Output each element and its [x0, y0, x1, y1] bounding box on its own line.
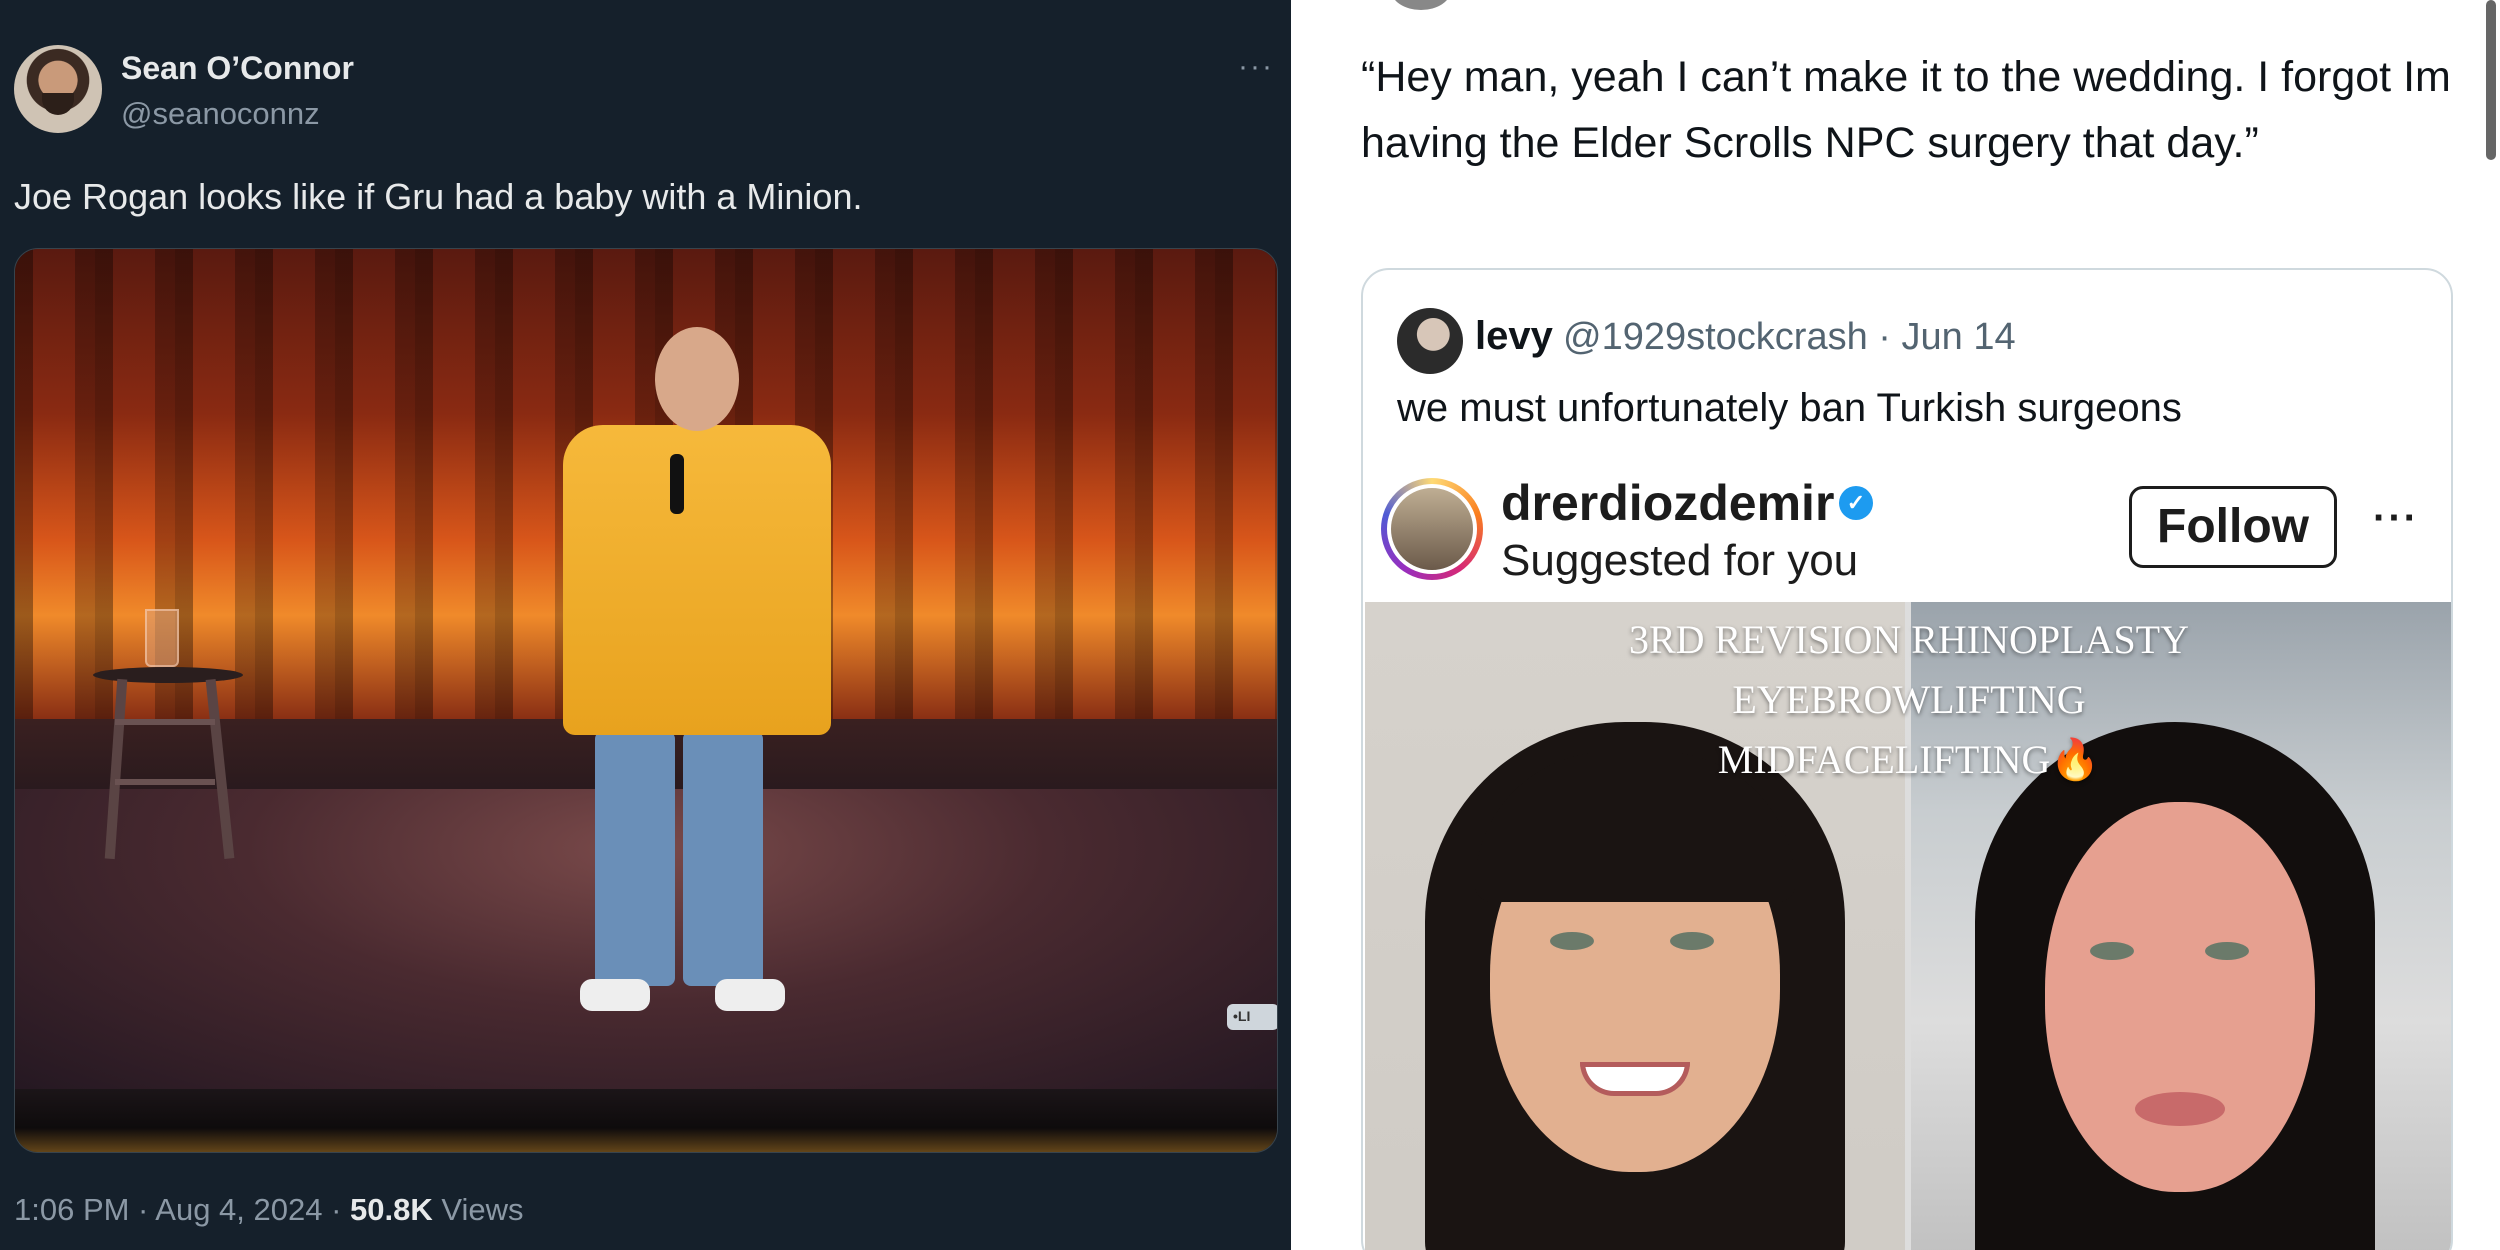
glass [145, 609, 179, 667]
more-options-icon[interactable]: ··· [2373, 496, 2419, 541]
tweet-timestamp[interactable]: 1:06 PM · Aug 4, 2024 · [14, 1192, 350, 1227]
comedian-head [655, 327, 739, 431]
face [2045, 802, 2315, 1192]
comedian-shoe [715, 979, 785, 1011]
quoted-author-avatar[interactable] [1397, 308, 1463, 374]
tweet-meta: 1:06 PM · Aug 4, 2024 · 50.8K Views [14, 1192, 524, 1228]
tweet-photo[interactable]: •LI [14, 248, 1278, 1153]
views-count: 50.8K [350, 1192, 433, 1227]
instagram-avatar[interactable] [1381, 478, 1483, 580]
live-tag: •LI [1227, 1004, 1277, 1030]
comedian-shirt [563, 425, 831, 735]
lips [2135, 1092, 2225, 1126]
eye [2090, 942, 2134, 960]
microphone [670, 454, 684, 514]
right-tweet-panel: “Hey man, yeah I can’t make it to the we… [1291, 0, 2500, 1250]
stool [93, 667, 243, 683]
eye [1550, 932, 1594, 950]
instagram-subtitle: Suggested for you [1501, 536, 1859, 585]
comedian-shoe [580, 979, 650, 1011]
scrollbar[interactable] [2486, 0, 2496, 160]
follow-button[interactable]: Follow [2129, 486, 2337, 568]
tweet-text: Joe Rogan looks like if Gru had a baby w… [14, 176, 863, 217]
verified-badge-icon: ✓ [1839, 486, 1873, 520]
stool-rung [115, 779, 215, 785]
views-label: Views [432, 1192, 524, 1227]
comedian-leg [595, 731, 675, 986]
instagram-username[interactable]: drerdiozdemir [1501, 474, 1834, 532]
author-handle[interactable]: @seanoconnz [121, 96, 320, 132]
author-avatar[interactable] [14, 45, 102, 133]
overlay-line-3: MIDFACELIFTING🔥 [1717, 737, 2101, 782]
author-name[interactable]: Sean O’Connor [121, 50, 354, 87]
smile [1580, 1062, 1690, 1096]
instagram-photo[interactable]: 3RD REVISION RHINOPLASTY EYEBROWLIFTING … [1365, 602, 2451, 1250]
stage-edge [15, 1089, 1277, 1152]
tweet-text: “Hey man, yeah I can’t make it to the we… [1361, 53, 2451, 167]
quoted-author-handle-date[interactable]: @1929stockcrash · Jun 14 [1563, 316, 2016, 359]
left-tweet-panel: Sean O’Connor @seanoconnz ··· Joe Rogan … [0, 0, 1291, 1250]
more-options-icon[interactable]: ··· [1238, 50, 1274, 84]
overlay-line-2: EYEBROWLIFTING [1732, 677, 2086, 722]
comedian-leg [683, 731, 763, 986]
eye [1670, 932, 1714, 950]
avatar-peek [1391, 0, 1451, 10]
quoted-tweet[interactable]: levy @1929stockcrash · Jun 14 we must un… [1361, 268, 2453, 1250]
stool-rung [115, 719, 215, 725]
quoted-tweet-text: we must unfortunately ban Turkish surgeo… [1397, 386, 2182, 430]
quoted-author-name[interactable]: levy [1475, 314, 1553, 359]
eye [2205, 942, 2249, 960]
overlay-line-1: 3RD REVISION RHINOPLASTY [1628, 617, 2190, 662]
